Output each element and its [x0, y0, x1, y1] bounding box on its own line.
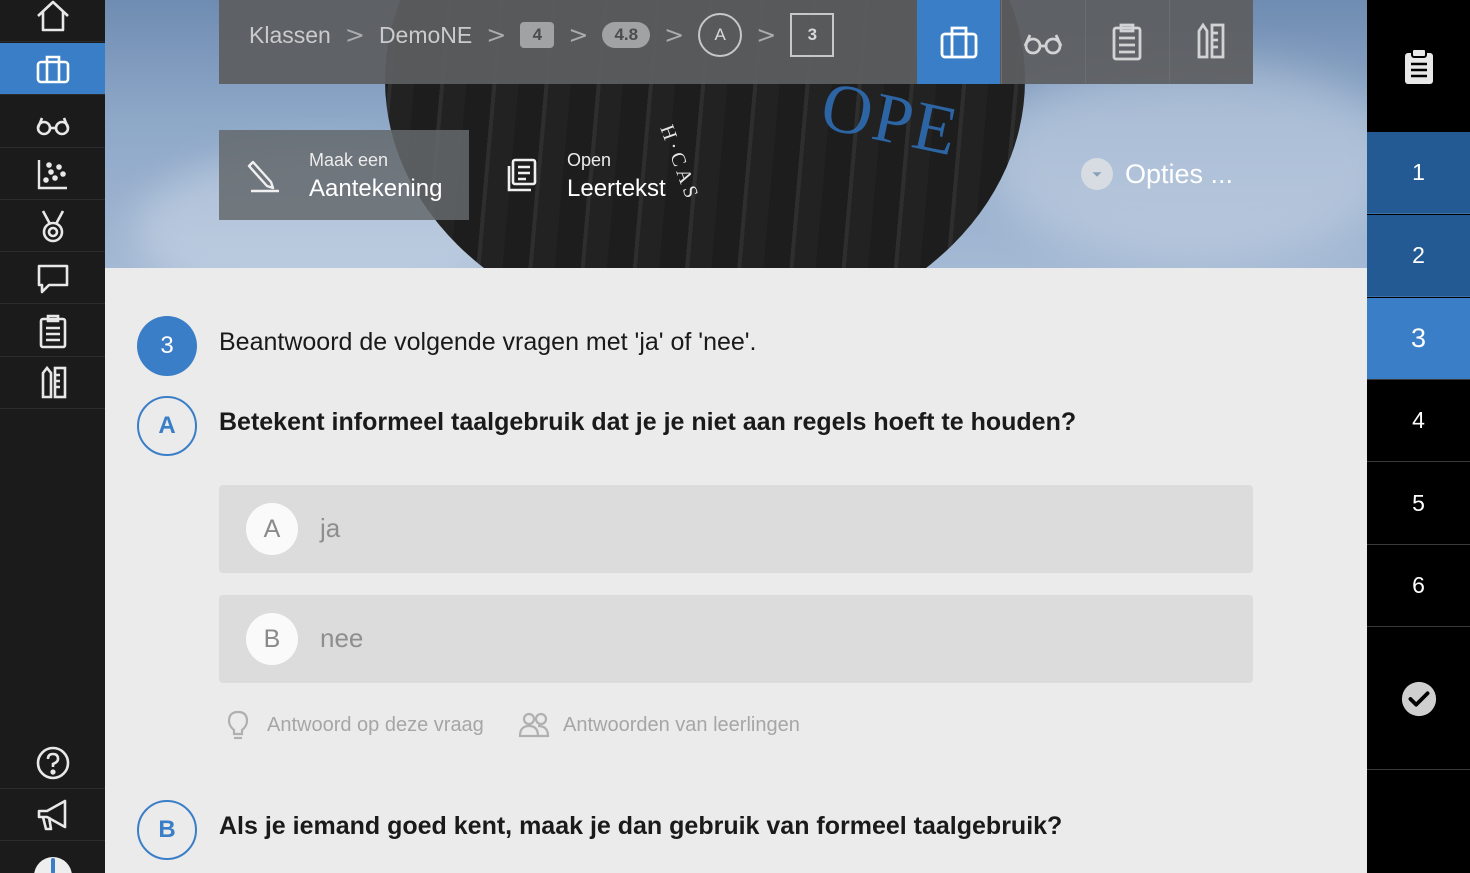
question-letter-badge: A: [137, 396, 197, 456]
sidebar-item-tools[interactable]: [0, 357, 105, 409]
user-avatar-icon: [33, 857, 72, 873]
briefcase-icon: [36, 55, 69, 83]
question-text: Als je iemand goed kent, maak je dan geb…: [219, 812, 1063, 840]
breadcrumb-item-class[interactable]: DemoNE: [379, 22, 472, 49]
clipboard-icon: [1112, 23, 1142, 61]
exercise-navigator: 1 2 3 4 5 6: [1367, 0, 1470, 873]
exercise-nav-item[interactable]: 4: [1367, 380, 1470, 462]
breadcrumb-item-section[interactable]: 4.8: [602, 22, 651, 48]
open-reading-text-button[interactable]: Open Leertekst: [499, 130, 719, 220]
option-letter: A: [246, 503, 298, 555]
glasses-icon: [1023, 34, 1063, 55]
toolbar-tab-assignments[interactable]: [917, 0, 1000, 84]
breadcrumb-separator: >: [568, 21, 589, 49]
show-answer-label: Antwoord op deze vraag: [267, 713, 484, 736]
options-label: Opties ...: [1124, 158, 1233, 189]
sidebar-item-messages[interactable]: [0, 252, 105, 304]
open-reading-label: Leertekst: [567, 175, 666, 202]
exercise-overview-button[interactable]: [1367, 0, 1470, 132]
question-letter-badge: B: [137, 800, 197, 860]
options-button[interactable]: Opties ...: [1080, 158, 1233, 190]
users-icon: [518, 712, 550, 738]
toolbar-tab-reading[interactable]: [1001, 0, 1084, 84]
book-icon: [507, 158, 537, 192]
exercise-nav-item[interactable]: 5: [1367, 463, 1470, 545]
sidebar-item-glasses[interactable]: [0, 96, 105, 148]
sidebar-item-announcements[interactable]: [0, 789, 105, 841]
chat-bubble-icon: [37, 264, 68, 293]
toolbar-tab-tools[interactable]: [1169, 0, 1252, 84]
breadcrumb-item-part[interactable]: A: [698, 13, 743, 57]
answer-option-b[interactable]: B nee: [219, 595, 1253, 683]
breadcrumb-separator: >: [664, 21, 685, 49]
checkmark-icon: [1401, 681, 1436, 716]
exercise-nav-item[interactable]: 6: [1367, 545, 1470, 627]
sidebar-item-statistics[interactable]: [0, 148, 105, 200]
breadcrumb-separator: >: [344, 21, 365, 49]
student-answers-link[interactable]: Antwoorden van leerlingen: [517, 708, 800, 742]
chevron-down-icon: [1080, 158, 1113, 190]
breadcrumb-item-klassen[interactable]: Klassen: [249, 22, 331, 49]
sidebar-item-account[interactable]: [0, 842, 105, 873]
finish-button[interactable]: [1367, 628, 1470, 770]
lightbulb-icon: [227, 710, 249, 740]
help-icon: [36, 746, 69, 779]
sidebar-item-help[interactable]: [0, 737, 105, 789]
show-answer-link[interactable]: Antwoord op deze vraag: [221, 708, 484, 742]
medal-icon: [41, 209, 64, 242]
make-note-label: Aantekening: [309, 175, 443, 202]
breadcrumb-separator: >: [486, 21, 507, 49]
question-text: Betekent informeel taalgebruik dat je je…: [219, 408, 1077, 436]
megaphone-icon: [37, 799, 66, 830]
pencil-icon: [247, 160, 279, 193]
exercise-nav-item[interactable]: 1: [1367, 132, 1470, 214]
action-bar: Maak een Aantekening Open Leertekst Opti…: [219, 130, 1253, 220]
open-reading-small-label: Open: [567, 150, 612, 170]
option-label: ja: [320, 513, 341, 543]
breadcrumb: Klassen > DemoNE > 4 > 4.8 > A > 3: [249, 0, 835, 70]
sidebar-item-clipboard[interactable]: [0, 305, 105, 357]
scatter-chart-icon: [37, 159, 67, 189]
exercise-nav-item[interactable]: 2: [1367, 215, 1470, 297]
clipboard-icon: [1404, 48, 1433, 84]
make-note-button[interactable]: Maak een Aantekening: [219, 130, 469, 220]
exercise-content: 3 Beantwoord de volgende vragen met 'ja'…: [105, 268, 1367, 873]
clipboard-icon: [39, 314, 66, 348]
exercise-nav-item-current[interactable]: 3: [1367, 298, 1470, 380]
answer-option-a[interactable]: A ja: [219, 485, 1253, 573]
breadcrumb-item-exercise[interactable]: 3: [790, 13, 835, 57]
toolbar-tab-clipboard[interactable]: [1085, 0, 1168, 84]
ruler-pencil-icon: [41, 365, 66, 398]
make-note-small-label: Maak een: [309, 150, 389, 170]
breadcrumb-item-chapter[interactable]: 4: [520, 22, 555, 48]
sidebar-item-home[interactable]: [0, 0, 105, 42]
sidebar-item-medal[interactable]: [0, 200, 105, 252]
briefcase-icon: [940, 26, 977, 59]
breadcrumb-separator: >: [756, 21, 777, 49]
exercise-instruction: Beantwoord de volgende vragen met 'ja' o…: [219, 328, 757, 356]
home-icon: [36, 0, 69, 31]
top-bar: Klassen > DemoNE > 4 > 4.8 > A > 3: [219, 0, 1253, 84]
ruler-pencil-icon: [1197, 22, 1225, 59]
sidebar-item-briefcase[interactable]: [0, 43, 105, 95]
option-letter: B: [246, 613, 298, 665]
left-sidebar: [0, 0, 105, 873]
student-answers-label: Antwoorden van leerlingen: [563, 713, 800, 736]
option-label: nee: [320, 623, 364, 653]
exercise-number-badge: 3: [137, 316, 197, 376]
glasses-icon: [36, 117, 69, 135]
